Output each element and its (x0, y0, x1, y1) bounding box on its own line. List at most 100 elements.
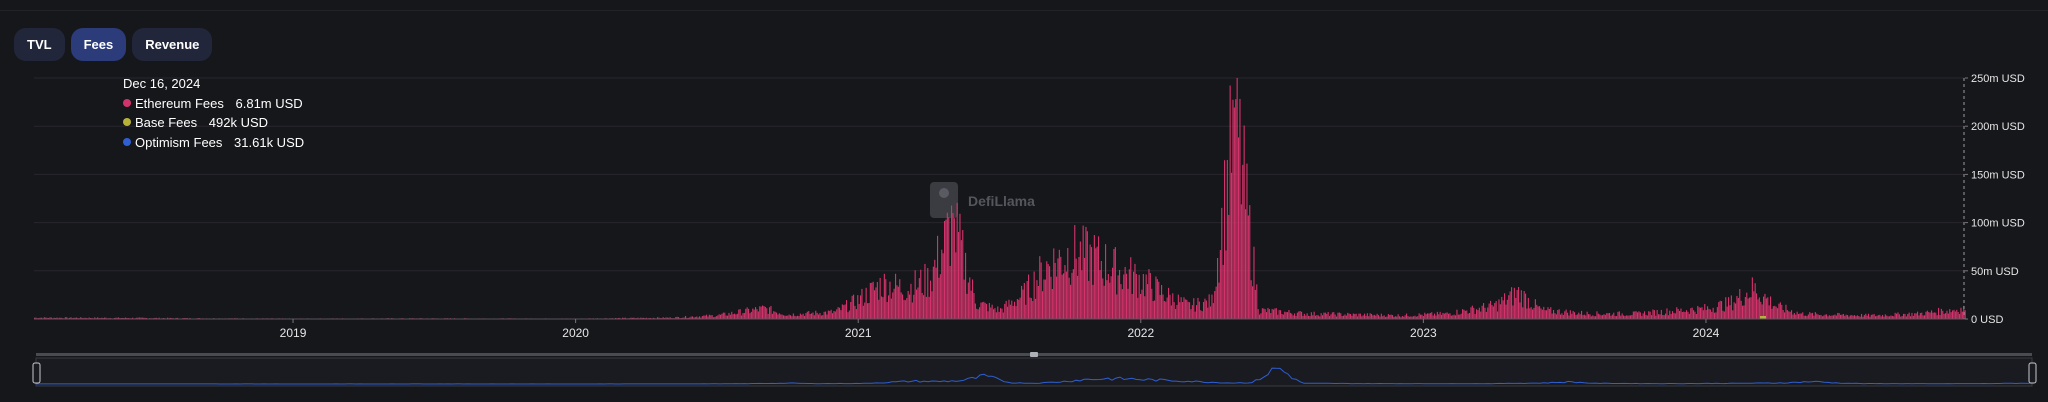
ethereum-fee-bar (787, 315, 789, 319)
ethereum-fee-bar (1714, 312, 1716, 319)
ethereum-fee-bar (1280, 310, 1282, 319)
ethereum-fee-bar (1254, 289, 1256, 319)
ethereum-fee-bar (920, 269, 922, 319)
ethereum-fee-bar (903, 299, 905, 319)
ethereum-fee-bar (1674, 313, 1676, 319)
ethereum-fee-bar (1917, 311, 1919, 319)
ethereum-fee-bar (1919, 312, 1921, 319)
ethereum-fee-bar (1712, 307, 1714, 319)
ethereum-fee-bar (1445, 312, 1447, 319)
ethereum-fee-bar (1767, 297, 1769, 319)
ethereum-fee-bar (1176, 304, 1178, 319)
ethereum-fee-bar (1235, 99, 1237, 319)
ethereum-fee-bar (1667, 315, 1669, 319)
ethereum-fee-bar (1697, 305, 1699, 319)
ethereum-fee-bar (1074, 225, 1076, 319)
ethereum-fee-bar (839, 307, 841, 319)
ethereum-fee-bar (749, 313, 751, 319)
ethereum-fee-bar (932, 266, 934, 319)
ethereum-fee-bar (1596, 311, 1598, 319)
ethereum-fee-bar (769, 307, 771, 319)
zoom-track[interactable] (35, 357, 2033, 387)
ethereum-fee-bar (1095, 248, 1097, 319)
ethereum-fee-bar (1011, 300, 1013, 319)
ethereum-fee-bar (1723, 311, 1725, 319)
ethereum-fee-bar (1330, 314, 1332, 319)
ethereum-fee-bar (1638, 311, 1640, 319)
ethereum-fee-bar (770, 305, 772, 319)
y-tick-label: 150m USD (1971, 169, 2025, 181)
ethereum-fee-bar (1182, 302, 1184, 319)
ethereum-fee-bar (973, 293, 975, 319)
ethereum-fee-bar (1124, 266, 1126, 319)
ethereum-fee-bar (1518, 287, 1520, 319)
ethereum-fee-bar (827, 310, 829, 319)
ethereum-fee-bar (710, 315, 712, 319)
ethereum-fee-bar (1442, 312, 1444, 319)
ethereum-fee-bar (1606, 313, 1608, 319)
ethereum-fee-bar (1435, 315, 1437, 319)
ethereum-fee-bar (843, 305, 845, 319)
zoom-handle-left[interactable] (32, 362, 41, 384)
ethereum-fee-bar (914, 270, 916, 319)
ethereum-fee-bar (1495, 301, 1497, 319)
ethereum-fee-bar (854, 305, 856, 319)
zoom-drag-icon[interactable] (1030, 352, 1038, 357)
ethereum-fee-bar (1362, 315, 1364, 319)
ethereum-fee-bar (1257, 309, 1259, 319)
fees-chart[interactable]: DefiLlama 250m USD 200m USD 150m USD 100m U… (0, 0, 2048, 402)
ethereum-fee-bar (1586, 311, 1588, 319)
ethereum-fee-bar (988, 302, 990, 319)
zoom-slider[interactable] (32, 352, 2037, 387)
ethereum-fee-bar (1515, 297, 1517, 319)
ethereum-fee-bar (1719, 300, 1721, 319)
ethereum-fee-bar (960, 240, 962, 319)
ethereum-fee-bar (997, 306, 999, 319)
ethereum-fee-bar (1418, 313, 1420, 319)
ethereum-fee-bar (1301, 311, 1303, 319)
ethereum-fee-bar (1799, 313, 1801, 319)
ethereum-fee-bar (1140, 293, 1142, 319)
ethereum-fee-bar (756, 309, 758, 319)
y-tick-label: 200m USD (1971, 121, 2025, 133)
ethereum-fee-bar (1936, 315, 1938, 319)
ethereum-fee-bar (1043, 279, 1045, 319)
ethereum-fee-bar (1018, 299, 1020, 319)
ethereum-fee-bar (1273, 309, 1275, 319)
ethereum-fee-bar (990, 307, 992, 319)
ethereum-fee-bar (1588, 314, 1590, 319)
ethereum-fee-bar (1956, 309, 1958, 319)
ethereum-fee-bar (907, 290, 909, 319)
ethereum-fee-bar (1200, 310, 1202, 319)
ethereum-fee-bar (1170, 305, 1172, 319)
ethereum-fee-bar (1358, 313, 1360, 319)
ethereum-fee-bar (1561, 313, 1563, 319)
ethereum-fee-bar (1289, 312, 1291, 319)
ethereum-fee-bar (1207, 307, 1209, 319)
ethereum-fee-bar (1044, 279, 1046, 319)
ethereum-fee-bar (1375, 315, 1377, 319)
ethereum-fee-bar (879, 277, 881, 319)
ethereum-fee-bar (1376, 313, 1378, 319)
ethereum-fee-bar (1896, 313, 1898, 319)
ethereum-fee-bar (1287, 312, 1289, 319)
ethereum-fee-bar (962, 230, 964, 319)
ethereum-fee-bar (1457, 314, 1459, 319)
ethereum-fee-bar (1665, 313, 1667, 319)
ethereum-fee-bar (1838, 313, 1840, 319)
ethereum-fee-bar (1450, 315, 1452, 319)
ethereum-fee-bar (752, 308, 754, 319)
ethereum-fee-bar (1779, 302, 1781, 319)
ethereum-fee-bar (1512, 305, 1514, 319)
ethereum-fee-bar (1623, 315, 1625, 319)
ethereum-fee-bar (1334, 314, 1336, 319)
ethereum-fee-bar (1316, 315, 1318, 319)
zoom-handle-right[interactable] (2028, 362, 2037, 384)
ethereum-fee-bar (1145, 274, 1147, 319)
ethereum-fee-bar (1120, 284, 1122, 319)
ethereum-fee-bar (1271, 308, 1273, 319)
ethereum-fee-bar (1807, 314, 1809, 319)
optimism-value: 31.61k USD (234, 135, 304, 150)
ethereum-fee-bar (1702, 310, 1704, 319)
ethereum-fee-bar (1238, 137, 1240, 319)
